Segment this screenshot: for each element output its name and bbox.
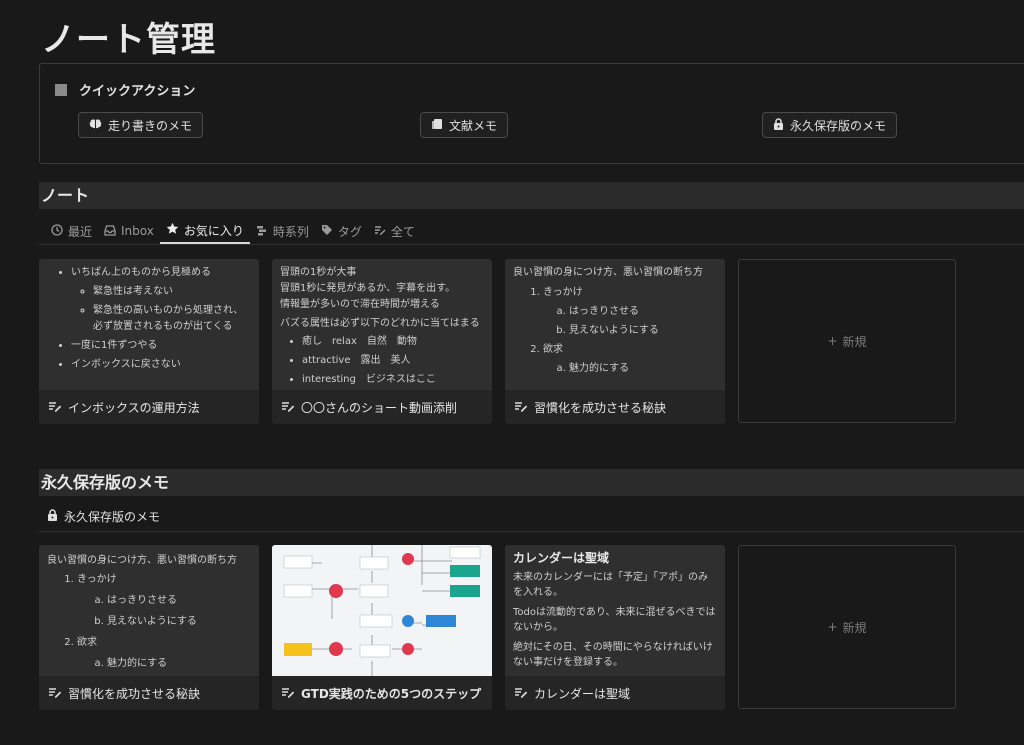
card-preview: 良い習慣の身につけ方、悪い習慣の断ち方 きっかけ はっきりさせる 見えないように… xyxy=(39,545,259,676)
note-icon xyxy=(514,686,528,701)
brain-icon xyxy=(89,117,102,133)
permanent-card-calendar[interactable]: カレンダーは聖域 未来のカレンダーには「予定」「アポ」のみを入れる。 Todoは… xyxy=(505,545,725,710)
card-preview: いちばん上のものから見極める 緊急性は考えない 緊急性の高いものから処理され、必… xyxy=(39,259,259,390)
tab-timeline[interactable]: 時系列 xyxy=(250,218,315,244)
tab-inbox[interactable]: Inbox xyxy=(98,218,160,244)
literature-note-button[interactable]: 文献メモ xyxy=(420,112,509,138)
quick-actions-header: クイックアクション xyxy=(55,80,195,99)
card-preview: カレンダーは聖域 未来のカレンダーには「予定」「アポ」のみを入れる。 Todoは… xyxy=(505,545,725,676)
note-icon xyxy=(48,400,62,415)
quick-actions-heading: クイックアクション xyxy=(79,84,196,99)
tab-recent[interactable]: 最近 xyxy=(45,218,98,244)
permanent-divider xyxy=(39,531,1024,532)
tag-icon xyxy=(321,224,333,239)
note-card-habits[interactable]: 良い習慣の身につけ方、悪い習慣の断ち方 きっかけ はっきりさせる 見えないように… xyxy=(505,259,725,424)
tab-favorites[interactable]: お気に入り xyxy=(159,218,250,244)
star-icon xyxy=(166,222,179,238)
quick-actions-panel: クイックアクション 走り書きのメモ 文献メモ 永久保存版のメモ xyxy=(39,63,1024,164)
permanent-note-button[interactable]: 永久保存版のメモ xyxy=(762,112,898,138)
page-title: ノート管理 xyxy=(41,20,216,60)
timeline-icon xyxy=(256,224,268,239)
inbox-icon xyxy=(104,224,116,239)
card-title: 〇〇さんのショート動画添削 xyxy=(272,390,492,424)
flowchart-image xyxy=(272,545,492,676)
note-icon xyxy=(48,686,62,701)
card-title: 習慣化を成功させる秘訣 xyxy=(505,390,725,424)
note-icon xyxy=(374,224,386,239)
note-card-short-video[interactable]: 冒頭の1秒が大事 冒頭1秒に発見があるか、字幕を出す。 情報量が多いので滞在時間… xyxy=(272,259,492,424)
card-title: GTD実践のための5つのステップ xyxy=(272,676,492,710)
note-card-inbox[interactable]: いちばん上のものから見極める 緊急性は考えない 緊急性の高いものから処理され、必… xyxy=(39,259,259,424)
permanent-card-gtd[interactable]: GTD実践のための5つのステップ xyxy=(272,545,492,710)
permanent-view-tab[interactable]: 永久保存版のメモ xyxy=(47,508,160,525)
new-permanent-note-button[interactable]: + 新規 xyxy=(738,545,956,709)
note-icon xyxy=(281,686,295,701)
lock-icon xyxy=(773,117,784,133)
plus-icon: + xyxy=(827,334,838,348)
card-title: 習慣化を成功させる秘訣 xyxy=(39,676,259,710)
tab-all[interactable]: 全て xyxy=(368,218,421,244)
new-note-button[interactable]: + 新規 xyxy=(738,259,956,423)
card-title: カレンダーは聖域 xyxy=(505,676,725,710)
permanent-card-habits[interactable]: 良い習慣の身につけ方、悪い習慣の断ち方 きっかけ はっきりさせる 見えないように… xyxy=(39,545,259,710)
tab-tags[interactable]: タグ xyxy=(315,218,368,244)
clock-icon xyxy=(51,223,63,239)
note-icon xyxy=(281,400,295,415)
card-title: インボックスの運用方法 xyxy=(39,390,259,424)
tabs-divider xyxy=(39,244,1024,245)
square-icon xyxy=(55,83,67,96)
notes-section-header: ノート xyxy=(39,182,1024,209)
card-preview: 良い習慣の身につけ方、悪い習慣の断ち方 きっかけ はっきりさせる 見えないように… xyxy=(505,259,725,390)
note-icon xyxy=(514,400,528,415)
book-icon xyxy=(431,118,443,133)
permanent-section-header: 永久保存版のメモ xyxy=(39,469,1024,496)
plus-icon: + xyxy=(827,620,838,634)
lock-icon xyxy=(47,509,58,524)
notes-view-tabs: 最近 Inbox お気に入り 時系列 タグ 全て xyxy=(45,218,421,244)
card-preview: 冒頭の1秒が大事 冒頭1秒に発見があるか、字幕を出す。 情報量が多いので滞在時間… xyxy=(272,259,492,390)
fleeting-note-button[interactable]: 走り書きのメモ xyxy=(78,112,204,138)
